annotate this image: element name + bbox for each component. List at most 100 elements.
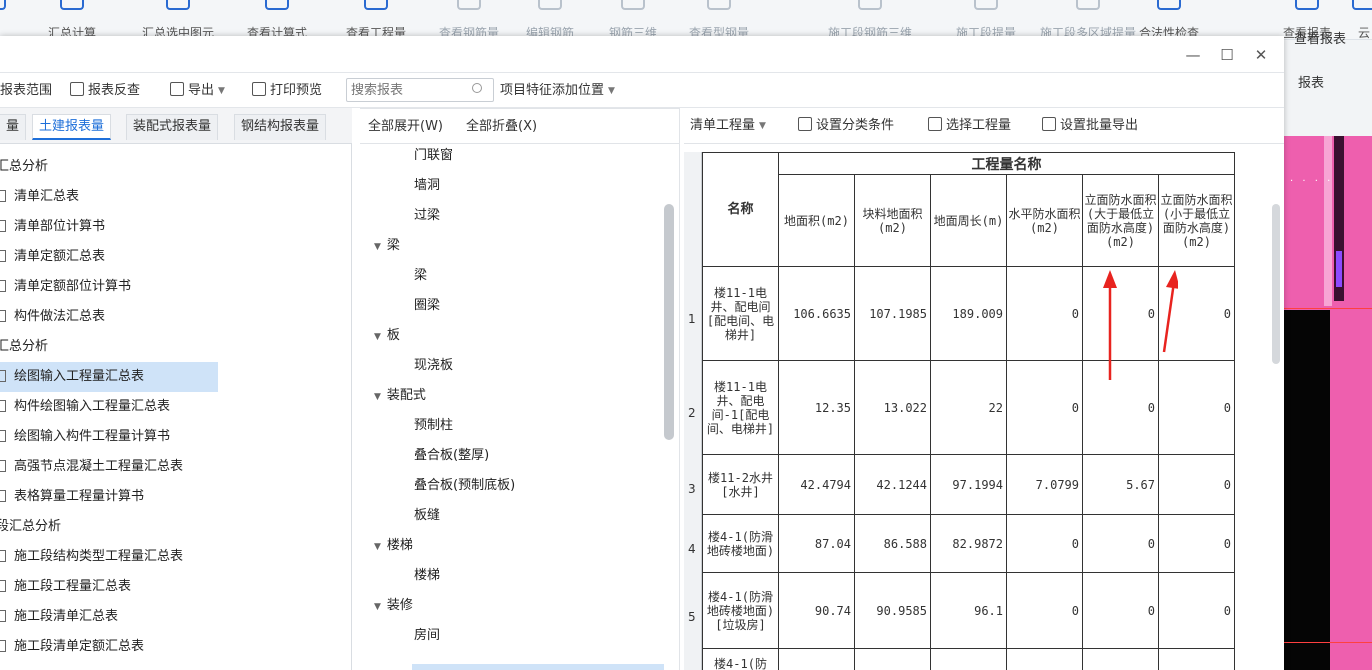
table-cell[interactable]: 86.588 bbox=[854, 514, 931, 573]
tree-item[interactable]: 叠合板(预制底板) bbox=[414, 471, 515, 501]
set-category-button[interactable]: 设置分类条件 bbox=[798, 116, 894, 136]
group-section-analysis[interactable]: 段汇总分析 bbox=[0, 512, 61, 542]
list-item[interactable]: 构件绘图输入工程量汇总表 bbox=[0, 392, 170, 422]
list-item[interactable]: 清单部位计算书 bbox=[0, 212, 105, 242]
table-cell[interactable]: 22 bbox=[930, 360, 1007, 455]
collapse-all-button[interactable]: 全部折叠(X) bbox=[466, 117, 537, 137]
tree-item[interactable]: 过梁 bbox=[414, 201, 440, 231]
ribbon-button[interactable]: 查看工程量 bbox=[330, 0, 422, 40]
table-cell[interactable]: 87.04 bbox=[778, 514, 855, 573]
list-item[interactable]: 清单汇总表 bbox=[0, 182, 79, 212]
table-cell[interactable]: 97.1994 bbox=[930, 454, 1007, 515]
ribbon-button[interactable]: 施工段钢筋三维 bbox=[808, 0, 932, 40]
list-item[interactable]: 清单定额汇总表 bbox=[0, 242, 105, 272]
tree-item[interactable]: 预制柱 bbox=[414, 411, 453, 441]
row-name[interactable]: 楼11-1电井、配电间-1[配电间、电梯井] bbox=[702, 360, 779, 455]
table-cell[interactable]: 42.4794 bbox=[778, 454, 855, 515]
row-name[interactable]: 楼4-1(防 bbox=[702, 648, 779, 670]
ribbon-button[interactable]: 算 bbox=[0, 0, 14, 40]
table-cell[interactable]: 0 bbox=[1082, 514, 1159, 573]
table-cell[interactable]: 13.022 bbox=[854, 360, 931, 455]
batch-export-button[interactable]: 设置批量导出 bbox=[1042, 116, 1138, 136]
print-preview-button[interactable]: 打印预览 bbox=[252, 81, 322, 101]
table-cell[interactable]: 7.0799 bbox=[1006, 454, 1083, 515]
close-button[interactable]: ✕ bbox=[1248, 44, 1274, 66]
table-cell[interactable]: 0 bbox=[1006, 572, 1083, 649]
grid-scrollbar[interactable] bbox=[1272, 204, 1280, 364]
table-cell[interactable] bbox=[1082, 648, 1159, 670]
ribbon-button[interactable]: 汇总计算 bbox=[26, 0, 118, 40]
table-cell[interactable]: 0 bbox=[1006, 514, 1083, 573]
ribbon-button[interactable]: 编辑钢筋 bbox=[514, 0, 586, 40]
table-cell[interactable] bbox=[1158, 648, 1235, 670]
tree-scrollbar[interactable] bbox=[664, 204, 674, 440]
tree-group[interactable]: ▼ 梁 bbox=[374, 231, 400, 261]
minimize-button[interactable]: — bbox=[1180, 44, 1206, 66]
tree-item[interactable]: 圈梁 bbox=[414, 291, 440, 321]
tree-item[interactable]: 梁 bbox=[414, 261, 427, 291]
table-cell[interactable]: 0 bbox=[1158, 514, 1235, 573]
tab-steel-report[interactable]: 钢结构报表量 bbox=[234, 114, 327, 140]
group-summary-analysis[interactable]: 汇总分析 bbox=[0, 152, 48, 182]
tab-civil-report[interactable]: 土建报表量 bbox=[32, 114, 112, 140]
table-cell[interactable]: 0 bbox=[1006, 360, 1083, 455]
quantity-type-dropdown[interactable]: 清单工程量 ▼ bbox=[690, 116, 766, 136]
ribbon-button[interactable]: 云 bbox=[1352, 0, 1372, 40]
report-range-button[interactable]: 报表范围 bbox=[0, 81, 52, 101]
ribbon-button[interactable]: 查看钢筋量 bbox=[424, 0, 514, 40]
table-cell[interactable]: 0 bbox=[1158, 572, 1235, 649]
tree-item[interactable]: 板缝 bbox=[414, 501, 440, 531]
table-cell[interactable] bbox=[1006, 648, 1083, 670]
tree-item[interactable]: 门联窗 bbox=[414, 141, 453, 171]
row-name[interactable]: 楼4-1(防滑地砖楼地面) bbox=[702, 514, 779, 573]
tree-item[interactable]: 现浇板 bbox=[414, 351, 453, 381]
tree-selected-row[interactable] bbox=[412, 664, 664, 670]
row-name[interactable]: 楼11-2水井[水井] bbox=[702, 454, 779, 515]
table-cell[interactable]: 96.1 bbox=[930, 572, 1007, 649]
table-cell[interactable]: 0 bbox=[1082, 572, 1159, 649]
table-cell[interactable]: 0 bbox=[1006, 266, 1083, 361]
list-item[interactable]: 清单定额部位计算书 bbox=[0, 272, 131, 302]
list-item[interactable]: 施工段清单定额汇总表 bbox=[0, 632, 144, 662]
export-button[interactable]: 导出 ▼ bbox=[170, 81, 225, 101]
tab-prefab-report[interactable]: 装配式报表量 bbox=[126, 114, 219, 140]
expand-all-button[interactable]: 全部展开(W) bbox=[368, 117, 443, 137]
list-item-selected[interactable]: 绘图输入工程量汇总表 bbox=[0, 362, 218, 392]
table-cell[interactable] bbox=[854, 648, 931, 670]
tree-group[interactable]: ▼ 楼梯 bbox=[374, 531, 413, 561]
tree-item[interactable]: 房间 bbox=[414, 621, 440, 651]
table-cell[interactable]: 12.35 bbox=[778, 360, 855, 455]
table-cell[interactable] bbox=[930, 648, 1007, 670]
tree-group[interactable]: ▼ 装修 bbox=[374, 591, 413, 621]
row-name[interactable]: 楼4-1(防滑地砖楼地面)[垃圾房] bbox=[702, 572, 779, 649]
table-cell[interactable]: 107.1985 bbox=[854, 266, 931, 361]
tree-item[interactable]: 楼梯 bbox=[414, 561, 440, 591]
table-cell[interactable]: 5.67 bbox=[1082, 454, 1159, 515]
tab-quantity[interactable]: 量 bbox=[0, 114, 27, 140]
drawing-canvas[interactable]: · · · · bbox=[1284, 136, 1372, 670]
search-icon[interactable] bbox=[472, 83, 482, 93]
table-cell[interactable]: 0 bbox=[1158, 454, 1235, 515]
list-item[interactable]: 施工段工程量汇总表 bbox=[0, 572, 131, 602]
ribbon-button[interactable]: 查看型钢量 bbox=[676, 0, 762, 40]
group-drawing-analysis[interactable]: 汇总分析 bbox=[0, 332, 48, 362]
table-cell[interactable]: 189.009 bbox=[930, 266, 1007, 361]
table-cell[interactable] bbox=[778, 648, 855, 670]
row-name[interactable]: 楼11-1电井、配电间[配电间、电梯井] bbox=[702, 266, 779, 361]
table-cell[interactable]: 90.74 bbox=[778, 572, 855, 649]
maximize-button[interactable]: ☐ bbox=[1214, 44, 1240, 66]
list-item[interactable]: 施工段清单汇总表 bbox=[0, 602, 118, 632]
select-quantity-button[interactable]: 选择工程量 bbox=[928, 116, 1011, 136]
list-item[interactable]: 施工段结构类型工程量汇总表 bbox=[0, 542, 183, 572]
tree-group[interactable]: ▼ 装配式 bbox=[374, 381, 426, 411]
ribbon-button[interactable]: 查看计算式 bbox=[232, 0, 322, 40]
list-item[interactable]: 绘图输入构件工程量计算书 bbox=[0, 422, 170, 452]
feature-position-dropdown[interactable]: 项目特征添加位置 ▼ bbox=[500, 81, 615, 101]
tree-group[interactable]: ▼ 板 bbox=[374, 321, 400, 351]
table-cell[interactable]: 106.6635 bbox=[778, 266, 855, 361]
table-cell[interactable]: 42.1244 bbox=[854, 454, 931, 515]
tree-item[interactable]: 叠合板(整厚) bbox=[414, 441, 489, 471]
tree-item[interactable]: 墙洞 bbox=[414, 171, 440, 201]
table-cell[interactable]: 82.9872 bbox=[930, 514, 1007, 573]
ribbon-button[interactable]: 施工段提量 bbox=[946, 0, 1026, 40]
